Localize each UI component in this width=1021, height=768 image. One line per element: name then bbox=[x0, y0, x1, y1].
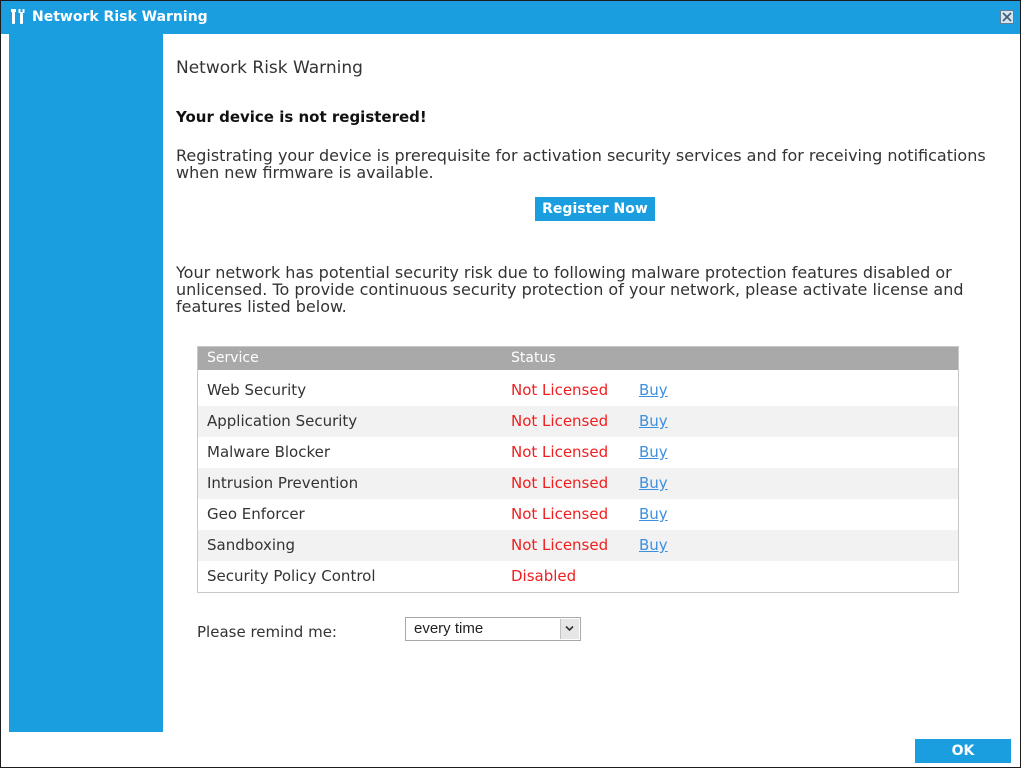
title-bar[interactable]: Network Risk Warning bbox=[1, 1, 1020, 34]
table-row: Application Security Not Licensed Buy bbox=[198, 406, 958, 437]
window-title: Network Risk Warning bbox=[32, 9, 208, 25]
close-button[interactable] bbox=[1000, 10, 1014, 24]
buy-link[interactable]: Buy bbox=[639, 375, 668, 406]
table-row: Geo Enforcer Not Licensed Buy bbox=[198, 499, 958, 530]
service-status: Not Licensed bbox=[511, 443, 609, 461]
column-header-service: Service bbox=[207, 350, 259, 366]
dropdown-arrow[interactable] bbox=[560, 619, 579, 639]
service-status: Not Licensed bbox=[511, 412, 609, 430]
wrench-screwdriver-icon bbox=[9, 8, 27, 26]
table-header: Service Status bbox=[198, 347, 958, 370]
not-registered-heading: Your device is not registered! bbox=[176, 108, 427, 126]
buy-link[interactable]: Buy bbox=[639, 406, 668, 437]
service-name: Security Policy Control bbox=[207, 567, 376, 585]
table-row: Web Security Not Licensed Buy bbox=[198, 375, 958, 406]
table-row: Malware Blocker Not Licensed Buy bbox=[198, 437, 958, 468]
service-status: Disabled bbox=[511, 567, 577, 585]
ok-button[interactable]: OK bbox=[915, 739, 1011, 763]
remind-label: Please remind me: bbox=[197, 623, 337, 641]
service-name: Intrusion Prevention bbox=[207, 474, 359, 492]
sidebar-panel bbox=[9, 34, 163, 732]
service-name: Application Security bbox=[207, 412, 358, 430]
service-status-table: Service Status Web Security Not Licensed… bbox=[197, 346, 959, 593]
registration-description: Registrating your device is prerequisite… bbox=[176, 146, 986, 182]
page-heading: Network Risk Warning bbox=[176, 58, 363, 78]
service-name: Sandboxing bbox=[207, 536, 296, 554]
network-risk-warning-dialog: Network Risk Warning Network Risk Warnin… bbox=[0, 0, 1021, 768]
buy-link[interactable]: Buy bbox=[639, 530, 668, 561]
service-name: Malware Blocker bbox=[207, 443, 331, 461]
column-header-status: Status bbox=[511, 350, 556, 366]
buy-link[interactable]: Buy bbox=[639, 437, 668, 468]
service-status: Not Licensed bbox=[511, 381, 609, 399]
service-status: Not Licensed bbox=[511, 536, 609, 554]
remind-selected-value: every time bbox=[414, 620, 484, 637]
service-name: Web Security bbox=[207, 381, 307, 399]
close-icon bbox=[1002, 12, 1012, 22]
register-now-button[interactable]: Register Now bbox=[535, 197, 655, 221]
table-row: Intrusion Prevention Not Licensed Buy bbox=[198, 468, 958, 499]
remind-frequency-select[interactable]: every time bbox=[405, 617, 581, 641]
service-status: Not Licensed bbox=[511, 505, 609, 523]
service-status: Not Licensed bbox=[511, 474, 609, 492]
chevron-down-icon bbox=[565, 625, 574, 632]
table-row: Sandboxing Not Licensed Buy bbox=[198, 530, 958, 561]
service-name: Geo Enforcer bbox=[207, 505, 305, 523]
buy-link[interactable]: Buy bbox=[639, 468, 668, 499]
buy-link[interactable]: Buy bbox=[639, 499, 668, 530]
security-risk-description: Your network has potential security risk… bbox=[176, 263, 964, 316]
table-row: Security Policy Control Disabled bbox=[198, 561, 958, 592]
